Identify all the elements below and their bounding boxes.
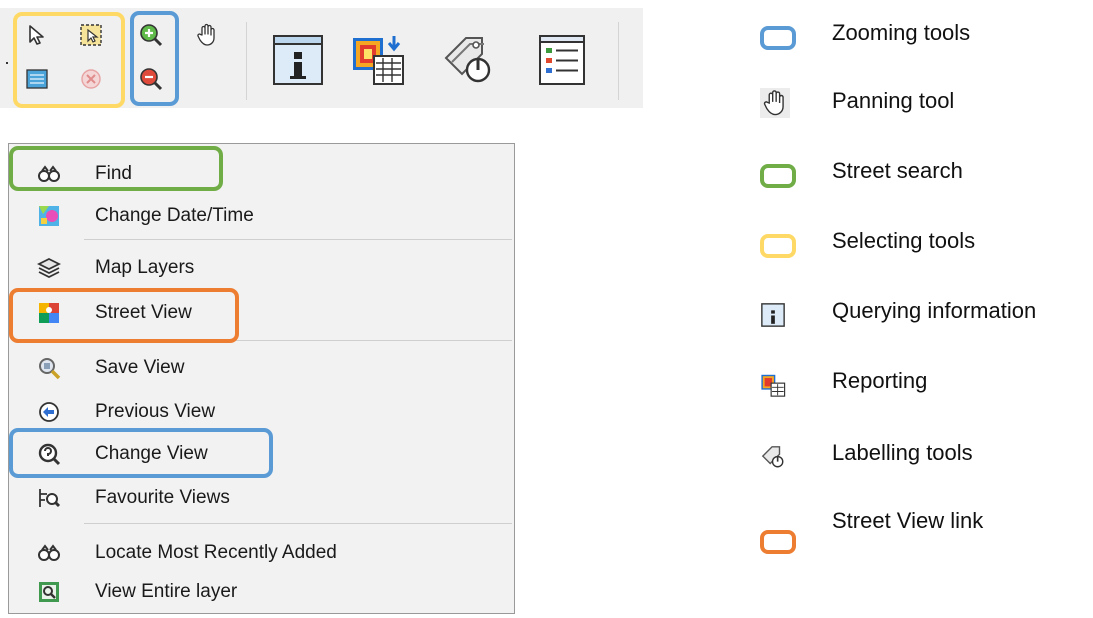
date-time-map-icon xyxy=(37,204,61,228)
pan-hand-icon xyxy=(760,88,796,118)
legend-item-panning-tool: Panning tool xyxy=(760,88,1093,128)
label-tag-icon[interactable] xyxy=(440,32,496,88)
legend-item-labelling-tools: Labelling tools xyxy=(760,440,1093,480)
label-tag-icon xyxy=(760,444,796,474)
report-icon xyxy=(760,372,796,402)
legend-label: Street search xyxy=(832,158,963,183)
report-icon[interactable] xyxy=(350,32,406,88)
legend-item-reporting: Reporting xyxy=(760,368,1093,408)
legend-item-zooming-tools: Zooming tools xyxy=(760,20,1093,60)
menu-item-label: View Entire layer xyxy=(95,581,238,602)
legend-label: Panning tool xyxy=(832,88,955,113)
menu-item-label: Locate Most Recently Added xyxy=(95,542,337,563)
menu-item-map-layers[interactable]: Map Layers xyxy=(9,248,514,288)
info-query-icon xyxy=(760,302,796,332)
legend-label: Querying information xyxy=(832,298,1037,323)
menu-item-previous-view[interactable]: Previous View xyxy=(9,392,514,432)
menu-separator xyxy=(84,523,512,524)
legend-item-street-search: Street search xyxy=(760,158,1093,198)
view-entire-layer-icon xyxy=(37,580,61,604)
legend-label: Selecting tools xyxy=(832,228,976,253)
menu-item-label: Map Layers xyxy=(95,257,195,278)
info-query-icon[interactable] xyxy=(270,32,326,88)
map-toolbar xyxy=(0,8,643,108)
magnifier-save-icon xyxy=(37,356,61,380)
blue-swatch-icon xyxy=(760,26,796,56)
legend-label: Labelling tools xyxy=(832,440,973,465)
menu-item-change-date-time[interactable]: Change Date/Time xyxy=(9,196,514,236)
orange-swatch-icon xyxy=(760,530,796,560)
menu-item-locate-most-recently-added[interactable]: Locate Most Recently Added xyxy=(9,533,514,573)
selecting-tools-highlight xyxy=(13,12,125,108)
menu-item-label: Favourite Views xyxy=(95,487,230,508)
menu-item-label: Save View xyxy=(95,357,185,378)
back-arrow-circle-icon xyxy=(37,400,61,424)
menu-item-view-entire-layer[interactable]: View Entire layer xyxy=(9,572,514,612)
binoculars-icon xyxy=(37,541,61,565)
green-swatch-icon xyxy=(760,164,796,194)
street-search-highlight xyxy=(9,146,223,191)
legend-label: Zooming tools xyxy=(832,20,971,45)
yellow-swatch-icon xyxy=(760,234,796,264)
layers-icon xyxy=(37,256,61,280)
toolbar-separator xyxy=(618,22,619,100)
legend-label: Reporting xyxy=(832,368,928,393)
street-view-link-highlight xyxy=(9,288,239,343)
list-legend-icon[interactable] xyxy=(534,32,590,88)
change-view-highlight xyxy=(9,428,273,478)
menu-item-label: Change Date/Time xyxy=(95,205,254,226)
legend-item-selecting-tools: Selecting tools xyxy=(760,228,1093,268)
menu-item-save-view[interactable]: Save View xyxy=(9,348,514,388)
zooming-tools-highlight xyxy=(130,11,179,106)
toolbar-grip xyxy=(6,62,8,64)
menu-item-label: Previous View xyxy=(95,401,216,422)
menu-item-favourite-views[interactable]: Favourite Views xyxy=(9,478,514,518)
favourite-views-icon xyxy=(37,486,61,510)
toolbar-separator xyxy=(246,22,247,100)
pan-hand-icon[interactable] xyxy=(194,22,220,48)
legend-item-querying-information: Querying information xyxy=(760,298,1093,338)
context-menu: Find Change Date/Time Map Layers Street … xyxy=(8,143,515,614)
menu-separator xyxy=(84,239,512,240)
legend-item-street-view-link: Street View link xyxy=(760,508,1093,554)
legend-label: Street View link xyxy=(832,508,984,533)
